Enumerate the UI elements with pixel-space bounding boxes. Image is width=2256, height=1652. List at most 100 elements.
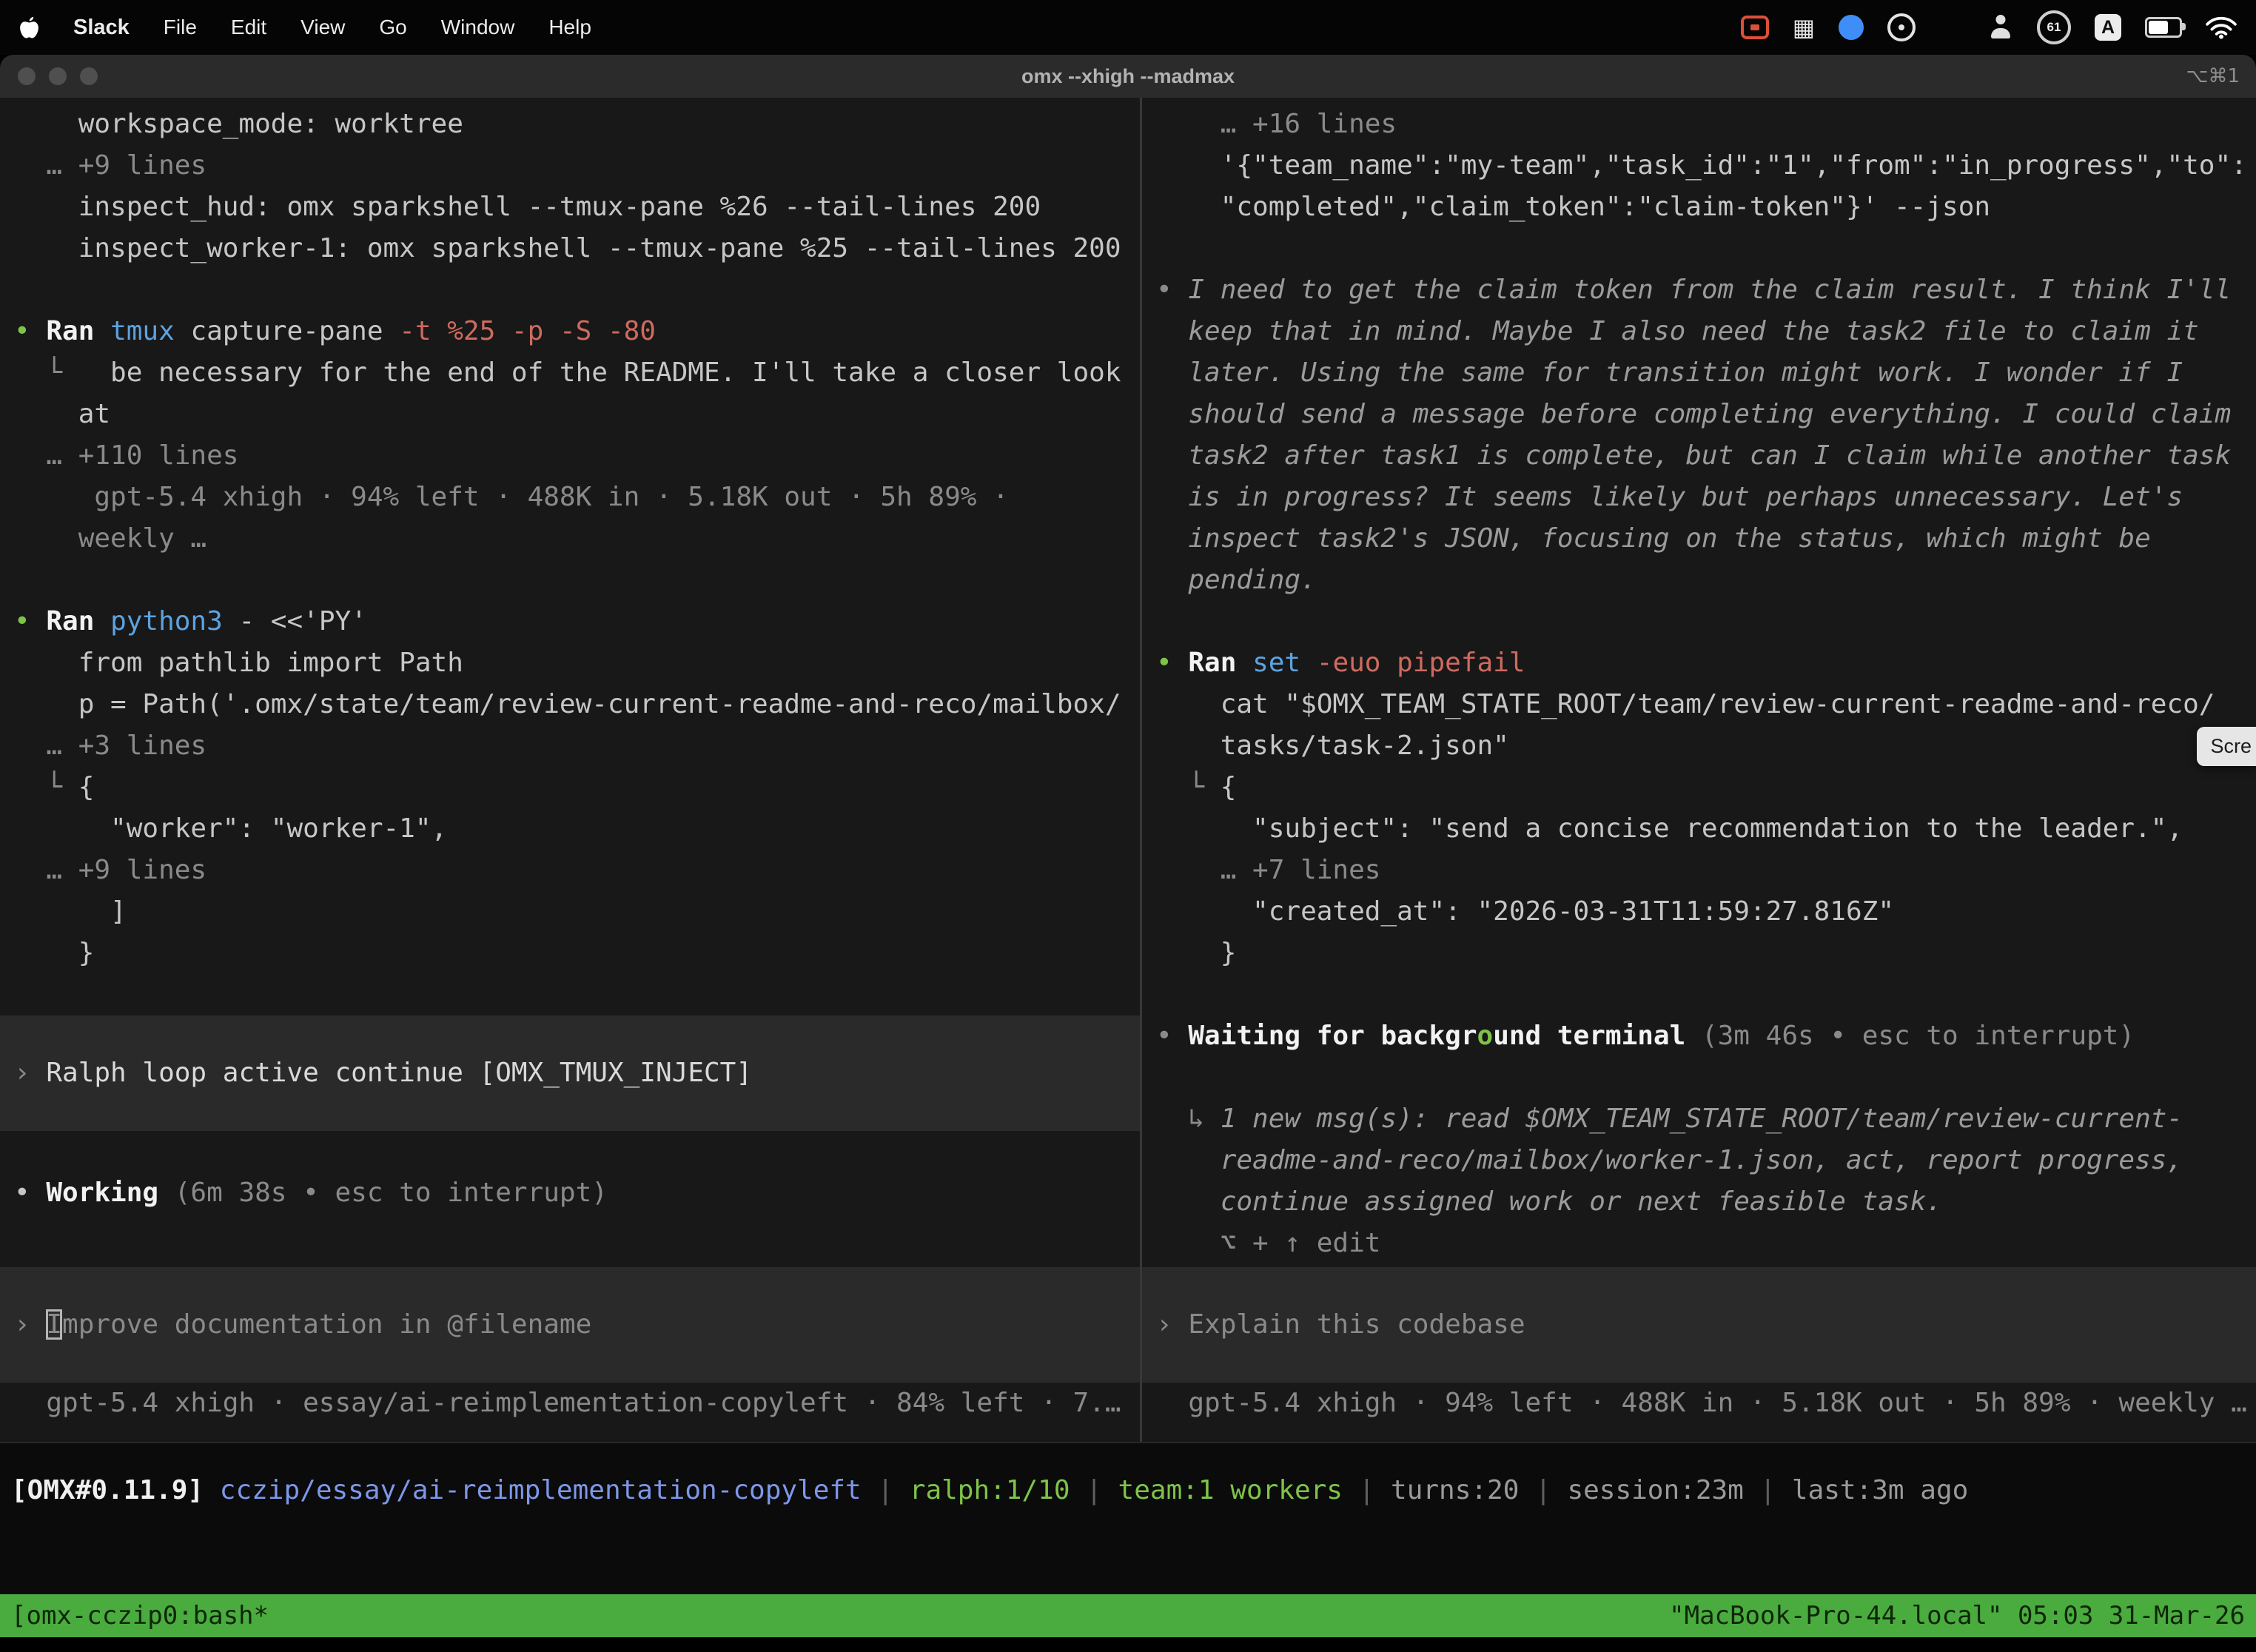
- screen-recording-icon[interactable]: [1741, 16, 1769, 39]
- terminal-line: from pathlib import Path: [0, 642, 1140, 684]
- status-segment: [204, 1475, 220, 1505]
- text-segment: gpt-5.4 xhigh · 94% left · 488K in · 5.1…: [14, 482, 1009, 512]
- menu-items: File Edit View Go Window Help: [164, 16, 591, 39]
- dots-grid-icon[interactable]: [1939, 14, 1964, 41]
- text-segment: tmux: [110, 316, 190, 346]
- battery-icon[interactable]: [2145, 17, 2182, 38]
- prompt-input-band[interactable]: › Ralph loop active continue [OMX_TMUX_I…: [0, 1015, 1140, 1131]
- status-segment: |: [862, 1475, 910, 1505]
- status-segment: team:1 workers: [1118, 1475, 1343, 1505]
- circle-app-icon[interactable]: [1887, 13, 1916, 41]
- menu-item-go[interactable]: Go: [379, 16, 406, 39]
- text-segment: … +110 lines: [14, 440, 238, 471]
- terminal-line: inspect_worker-1: omx sparkshell --tmux-…: [0, 228, 1140, 269]
- zoom-button[interactable]: [80, 67, 98, 85]
- grid-app-icon[interactable]: ▦: [1793, 13, 1815, 41]
- tmux-status-bar: [omx-cczip0:bash* "MacBook-Pro-44.local"…: [0, 1594, 2256, 1637]
- text-segment: •: [14, 1178, 46, 1208]
- text-segment: ›: [1156, 1309, 1188, 1340]
- text-segment: {: [1221, 772, 1237, 802]
- text-segment: capture-pane: [190, 316, 399, 346]
- text-segment: weekly …: [14, 523, 207, 554]
- text-segment: "completed","claim_token":"claim-token"}…: [1156, 192, 1990, 222]
- text-segment: •: [1156, 1021, 1188, 1051]
- screen-edge-overlay[interactable]: Scre: [2197, 727, 2256, 766]
- text-segment: ›: [14, 1058, 46, 1088]
- status-segment: ralph:1/10: [910, 1475, 1070, 1505]
- terminal-line: ⌥ + ↑ edit: [1142, 1223, 2256, 1264]
- text-segment: keep that in mind. Maybe I also need the…: [1156, 316, 2199, 346]
- terminal-line: "created_at": "2026-03-31T11:59:27.816Z": [1142, 891, 2256, 933]
- terminal-line: "completed","claim_token":"claim-token"}…: [1142, 187, 2256, 228]
- terminal-line: • Waiting for background terminal (3m 46…: [1142, 1015, 2256, 1057]
- text-segment: Working: [46, 1178, 174, 1208]
- terminal-line: [1142, 228, 2256, 269]
- terminal-line: ↳ 1 new msg(s): read $OMX_TEAM_STATE_ROO…: [1142, 1098, 2256, 1140]
- terminal-line: [0, 560, 1140, 601]
- text-segment: later. Using the same for transition mig…: [1156, 357, 2183, 388]
- menu-item-edit[interactable]: Edit: [231, 16, 266, 39]
- terminal-line: inspect_hud: omx sparkshell --tmux-pane …: [0, 187, 1140, 228]
- text-segment: ↳: [1156, 1104, 1221, 1134]
- prompt-input-band[interactable]: › Explain this codebase: [1142, 1267, 2256, 1383]
- text-segment: •: [1156, 275, 1188, 305]
- text-segment: (3m 46s • esc to interrupt): [1702, 1021, 2135, 1051]
- text-segment: … +7 lines: [1156, 855, 1380, 885]
- menu-app-name[interactable]: Slack: [73, 16, 130, 40]
- tmux-host-clock: "MacBook-Pro-44.local" 05:03 31-Mar-26: [1669, 1601, 2245, 1631]
- terminal-panes: workspace_mode: worktree … +9 lines insp…: [0, 98, 2256, 1442]
- terminal-line: • Ran set -euo pipefail: [1142, 642, 2256, 684]
- pane-left[interactable]: workspace_mode: worktree … +9 lines insp…: [0, 98, 1140, 1442]
- terminal-line: inspect task2's JSON, focusing on the st…: [1142, 518, 2256, 560]
- text-segment: … +9 lines: [14, 150, 207, 181]
- battery-percent-badge[interactable]: 61: [2037, 10, 2071, 44]
- text-segment: └: [1156, 772, 1221, 802]
- pane-right[interactable]: … +16 lines '{"team_name":"my-team","tas…: [1142, 98, 2256, 1442]
- terminal-line: [1142, 974, 2256, 1015]
- text-segment: ]: [14, 896, 127, 927]
- text-segment: "subject": "send a concise recommendatio…: [1156, 813, 2183, 844]
- menu-item-help[interactable]: Help: [548, 16, 591, 39]
- menu-item-file[interactable]: File: [164, 16, 197, 39]
- status-segment: |: [1070, 1475, 1118, 1505]
- input-source-icon[interactable]: A: [2095, 14, 2121, 41]
- text-segment: ›: [14, 1309, 46, 1340]
- text-segment: und terminal: [1493, 1021, 1702, 1051]
- text-segment: -euo pipefail: [1317, 648, 1525, 678]
- terminal-line: pending.: [1142, 560, 2256, 601]
- status-segment: [OMX#0.11.9]: [11, 1475, 204, 1505]
- terminal-line: • Working (6m 38s • esc to interrupt): [0, 1172, 1140, 1214]
- text-segment: "worker": "worker-1",: [14, 813, 447, 844]
- text-segment: Explain this codebase: [1188, 1309, 1525, 1340]
- apple-logo-icon[interactable]: [19, 16, 39, 39]
- terminal-line: is in progress? It seems likely but perh…: [1142, 477, 2256, 518]
- text-segment: python3: [110, 606, 238, 637]
- text-segment: be necessary for the end of the README. …: [110, 357, 1121, 388]
- prompt-input-band[interactable]: › Improve documentation in @filename: [0, 1267, 1140, 1383]
- terminal-line: … +3 lines: [0, 725, 1140, 767]
- text-segment: Waiting for backgr: [1188, 1021, 1477, 1051]
- menu-item-window[interactable]: Window: [441, 16, 515, 39]
- text-segment: p = Path('.omx/state/team/review-current…: [14, 689, 1121, 719]
- blue-app-icon[interactable]: [1839, 15, 1864, 40]
- minimize-button[interactable]: [49, 67, 67, 85]
- terminal-line: "subject": "send a concise recommendatio…: [1142, 808, 2256, 850]
- person-app-icon[interactable]: [1988, 15, 2013, 40]
- terminal-line: weekly …: [0, 518, 1140, 560]
- terminal-line: readme-and-reco/mailbox/worker-1.json, a…: [1142, 1140, 2256, 1181]
- terminal-line: … +110 lines: [0, 435, 1140, 477]
- terminal-line: p = Path('.omx/state/team/review-current…: [0, 684, 1140, 725]
- menu-item-view[interactable]: View: [301, 16, 345, 39]
- status-segment: cczip/essay/ai-reimplementation-copyleft: [220, 1475, 862, 1505]
- text-segment: '{"team_name":"my-team","task_id":"1","f…: [1156, 150, 2247, 181]
- terminal-line: keep that in mind. Maybe I also need the…: [1142, 311, 2256, 352]
- close-button[interactable]: [18, 67, 36, 85]
- text-segment: inspect task2's JSON, focusing on the st…: [1156, 523, 2151, 554]
- text-segment: •: [14, 606, 46, 637]
- terminal-line: • I need to get the claim token from the…: [1142, 269, 2256, 311]
- terminal-line: gpt-5.4 xhigh · 94% left · 488K in · 5.1…: [1142, 1383, 2256, 1424]
- status-segment: |: [1343, 1475, 1391, 1505]
- text-segment: (6m 38s • esc to interrupt): [175, 1178, 608, 1208]
- terminal-line: [0, 269, 1140, 311]
- wifi-icon[interactable]: [2206, 16, 2237, 39]
